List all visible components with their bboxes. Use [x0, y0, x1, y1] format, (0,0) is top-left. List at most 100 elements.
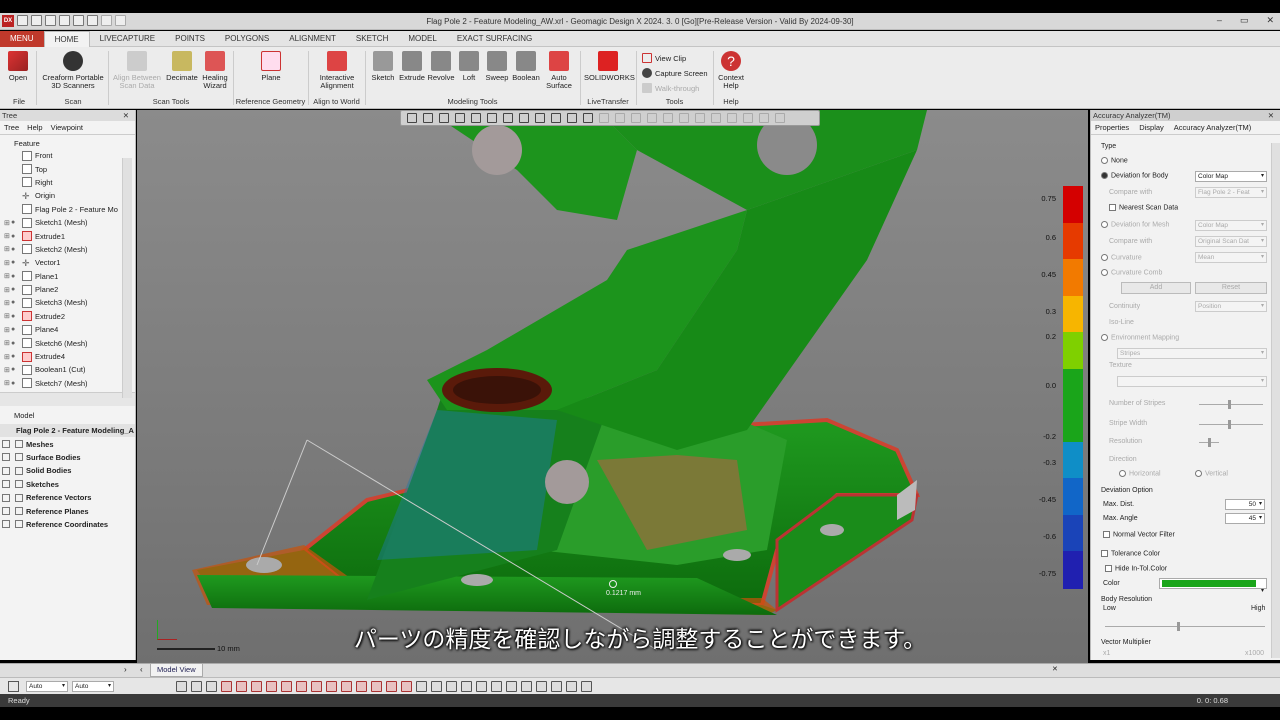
- visibility-icon[interactable]: ●: [11, 246, 19, 253]
- close-icon[interactable]: ✕: [1268, 110, 1274, 121]
- tab-home[interactable]: HOME: [43, 30, 90, 47]
- compare-with2-dropdown[interactable]: Original Scan Dat: [1195, 236, 1267, 247]
- copy-icon[interactable]: [87, 15, 98, 26]
- open-folder-icon[interactable]: [73, 15, 84, 26]
- model-item[interactable]: Sketches: [0, 478, 135, 491]
- nearest-scan-checkbox[interactable]: Nearest Scan Data: [1109, 204, 1178, 211]
- expand-icon[interactable]: ⊞: [4, 286, 11, 294]
- selection-mode-icon[interactable]: [446, 681, 457, 692]
- tree-item[interactable]: ⊞ ● Sketch7 (Mesh): [0, 377, 122, 390]
- import-icon[interactable]: [31, 15, 42, 26]
- resolution-slider[interactable]: [1199, 438, 1219, 447]
- measure-point-icon[interactable]: [609, 580, 617, 588]
- selection-mode-icon[interactable]: [221, 681, 232, 692]
- close-icon[interactable]: ✕: [123, 110, 129, 121]
- tree-item[interactable]: Top: [0, 162, 122, 175]
- model-viewport[interactable]: 10 mm 0.1217 mm: [137, 110, 1088, 663]
- environment-mapping-radio[interactable]: Environment Mapping: [1101, 334, 1179, 341]
- view-tool-icon[interactable]: [599, 113, 609, 123]
- selection-mode-icon[interactable]: [341, 681, 352, 692]
- tree-item[interactable]: ⊞ ● Extrude2: [0, 310, 122, 323]
- selection-mode-icon[interactable]: [191, 681, 202, 692]
- selection-mode-icon[interactable]: [401, 681, 412, 692]
- selection-mode-icon[interactable]: [461, 681, 472, 692]
- view-tool-icon[interactable]: [519, 113, 529, 123]
- selection-mode-icon[interactable]: [356, 681, 367, 692]
- expand-icon[interactable]: [2, 453, 10, 462]
- tab-model[interactable]: MODEL: [398, 31, 446, 47]
- selection-mode-icon[interactable]: [476, 681, 487, 692]
- selection-mode-icon[interactable]: [281, 681, 292, 692]
- healing-wizard-button[interactable]: Healing Wizard: [200, 51, 230, 90]
- selection-mode-icon[interactable]: [236, 681, 247, 692]
- view-tool-icon[interactable]: [727, 113, 737, 123]
- open-button[interactable]: Open: [4, 51, 32, 82]
- model-item[interactable]: Reference Coordinates: [0, 518, 135, 531]
- view-tool-icon[interactable]: [775, 113, 785, 123]
- selection-mode-icon[interactable]: [296, 681, 307, 692]
- model-item[interactable]: Surface Bodies: [0, 451, 135, 464]
- color-picker[interactable]: [1159, 578, 1267, 596]
- expand-icon[interactable]: [2, 520, 10, 529]
- context-help-button[interactable]: ? Context Help: [716, 51, 746, 90]
- expand-icon[interactable]: ⊞: [4, 379, 11, 387]
- view-tool-icon[interactable]: [471, 113, 481, 123]
- view-tool-icon[interactable]: [743, 113, 753, 123]
- view-tool-icon[interactable]: [759, 113, 769, 123]
- selection-mode-icon[interactable]: [536, 681, 547, 692]
- expand-icon[interactable]: ⊞: [4, 366, 11, 374]
- view-clip-button[interactable]: View Clip: [642, 53, 686, 63]
- selection-mode-icon[interactable]: [251, 681, 262, 692]
- expand-icon[interactable]: [2, 466, 10, 475]
- visibility-icon[interactable]: ●: [11, 380, 19, 387]
- selection-mode-icon[interactable]: [521, 681, 532, 692]
- add-button[interactable]: Add: [1121, 282, 1191, 294]
- tree-item[interactable]: Front: [0, 149, 122, 162]
- none-radio[interactable]: None: [1101, 157, 1128, 164]
- align-between-scan-data-button[interactable]: Align Between Scan Data: [112, 51, 162, 90]
- creaform-button[interactable]: Creaform Portable 3D Scanners: [40, 51, 106, 90]
- expand-icon[interactable]: ⊞: [4, 219, 11, 227]
- view-tool-icon[interactable]: [487, 113, 497, 123]
- visibility-icon[interactable]: ●: [11, 326, 19, 333]
- expand-icon[interactable]: [2, 507, 10, 516]
- expand-icon[interactable]: ⊞: [4, 245, 11, 253]
- tree-item[interactable]: ⊞ ● Sketch3 (Mesh): [0, 296, 122, 309]
- undo-icon[interactable]: [101, 15, 112, 26]
- selection-mode-icon[interactable]: [206, 681, 217, 692]
- texture-dropdown[interactable]: [1117, 376, 1267, 387]
- model-item[interactable]: Reference Vectors: [0, 491, 135, 504]
- expand-icon[interactable]: ⊞: [4, 326, 11, 334]
- vertical-radio[interactable]: Vertical: [1195, 470, 1228, 477]
- scroll-right-arrow[interactable]: ›: [124, 665, 127, 674]
- view-tool-icon[interactable]: [615, 113, 625, 123]
- view-tool-icon[interactable]: [679, 113, 689, 123]
- visibility-icon[interactable]: ●: [11, 286, 19, 293]
- visibility-icon[interactable]: ●: [11, 233, 19, 240]
- deviation-mesh-dropdown[interactable]: Color Map: [1195, 220, 1267, 231]
- plane-button[interactable]: Plane: [254, 51, 288, 82]
- visibility-icon[interactable]: ●: [11, 366, 19, 373]
- expand-icon[interactable]: ⊞: [4, 259, 11, 267]
- expand-icon[interactable]: [2, 480, 10, 489]
- visibility-icon[interactable]: ●: [11, 273, 19, 280]
- close-view-icon[interactable]: ✕: [1052, 665, 1058, 673]
- visibility-icon[interactable]: ●: [11, 353, 19, 360]
- decimate-button[interactable]: Decimate: [164, 51, 200, 82]
- selection-mode-icon[interactable]: [506, 681, 517, 692]
- walk-through-button[interactable]: Walk-through: [642, 83, 699, 93]
- expand-icon[interactable]: ⊞: [4, 312, 11, 320]
- model-root[interactable]: Flag Pole 2 - Feature Modeling_A: [0, 424, 135, 438]
- sketch-button[interactable]: Sketch: [370, 51, 396, 82]
- view-tool-icon[interactable]: [439, 113, 449, 123]
- save-icon[interactable]: [59, 15, 70, 26]
- tree-item[interactable]: ⊞ ● Plane1: [0, 270, 122, 283]
- tab-livecapture[interactable]: LIVECAPTURE: [90, 31, 166, 47]
- selection-mode-icon[interactable]: [566, 681, 577, 692]
- view-tool-icon[interactable]: [423, 113, 433, 123]
- selection-mode-icon[interactable]: [176, 681, 187, 692]
- selection-mode-icon[interactable]: [491, 681, 502, 692]
- tree-item[interactable]: ⊞ ● Boolean1 (Cut): [0, 363, 122, 376]
- model-item[interactable]: Solid Bodies: [0, 464, 135, 477]
- deviation-body-dropdown[interactable]: Color Map: [1195, 171, 1267, 182]
